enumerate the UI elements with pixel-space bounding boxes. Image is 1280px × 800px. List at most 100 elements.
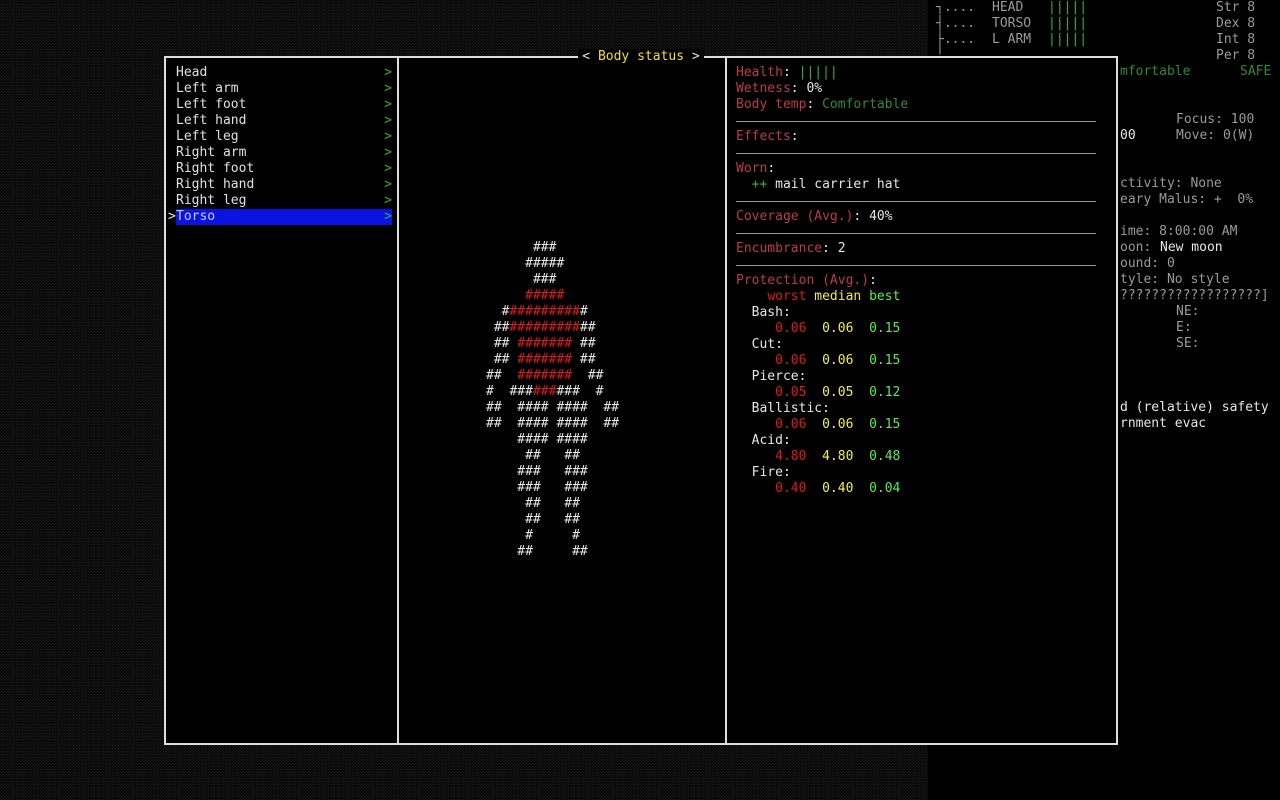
body-part-list: Head > Left arm > Left foot > Left hand > Le… [168, 65, 392, 225]
figure-row: ## ####### ## [486, 352, 619, 368]
tree-line-1: ┐.... [936, 0, 976, 15]
figure-segment: ### [486, 240, 557, 255]
figure-segment: ### ### [486, 464, 588, 479]
protection-values-row: 0.06 0.06 0.15 [736, 321, 1096, 337]
body-part-left-arm[interactable]: Left arm > [176, 81, 392, 97]
left-00: 00 [1120, 128, 1136, 143]
body-part-right-leg[interactable]: Right leg > [176, 193, 392, 209]
figure-segment: ## #### #### ## [486, 416, 620, 431]
figure-segment-selected: ### [532, 384, 557, 399]
part-bar-larm: ||||| [1048, 32, 1088, 47]
body-part-left-leg[interactable]: Left leg > [176, 129, 392, 145]
worn-item-row: ++ mail carrier hat [736, 177, 1096, 193]
move-mode: Move: 0(W) [1176, 128, 1255, 143]
protection-values-row: 0.06 0.06 0.15 [736, 353, 1096, 369]
col-best: best [869, 289, 901, 304]
figure-segment: ## [486, 368, 518, 383]
title-left-bracket: < [582, 49, 591, 64]
protection-worst: 0.06 [775, 353, 807, 368]
body-part-right-arm[interactable]: Right arm > [176, 145, 392, 161]
figure-segment: ## [486, 352, 518, 367]
figure-row: ##### [486, 288, 619, 304]
figure-row: ## ####### ## [486, 336, 619, 352]
compass-ne: NE: [1176, 304, 1200, 319]
title-right-bracket: > [691, 49, 700, 64]
body-part-torso[interactable]: > Torso > [168, 209, 392, 225]
effects-label: Effects [736, 129, 791, 144]
figure-segment-selected: ####### [517, 368, 573, 383]
divider [736, 233, 1096, 234]
figure-segment-selected: ####### [517, 352, 573, 367]
body-part-label: Left leg [176, 129, 239, 144]
figure-segment: ## [572, 352, 596, 367]
dialog-title-bar: < Body status > [166, 49, 1116, 65]
figure-segment: ### [486, 272, 557, 287]
wetness-row: Wetness: 0% [736, 81, 823, 96]
body-part-left-foot[interactable]: Left foot > [176, 97, 392, 113]
protection-worst: 4.80 [775, 449, 807, 464]
safe-mode: SAFE [1240, 64, 1272, 79]
health-row: Health: ||||| [736, 65, 838, 80]
figure-row: ### [486, 272, 619, 288]
figure-segment: ## ## [486, 544, 588, 559]
protection-best: 0.48 [869, 449, 901, 464]
tree-line-2: ┤.... [936, 16, 976, 31]
body-part-label: Left hand [176, 113, 247, 128]
figure-segment-selected: ##### [525, 288, 565, 303]
body-part-right-foot[interactable]: Right foot > [176, 161, 392, 177]
body-part-label: Right foot [176, 161, 255, 176]
figure-segment: ## #### #### ## [486, 400, 620, 415]
body-part-label: Left foot [176, 97, 247, 112]
protection-label: Protection (Avg.) [736, 273, 870, 288]
figure-segment: # ### [486, 384, 533, 399]
style: tyle: No style [1120, 272, 1230, 287]
protection-median: 0.06 [822, 321, 854, 336]
compass-se: SE: [1176, 336, 1200, 351]
encumbrance-label: Encumbrance [736, 241, 823, 256]
body-part-left-hand[interactable]: Left hand > [176, 113, 392, 129]
body-figure: ### ##### ### ##### ########### ########… [486, 240, 619, 560]
temp-status: mfortable [1120, 64, 1191, 79]
info-panel: Health: ||||| Wetness: 0% Body temp: Com… [736, 65, 1096, 497]
figure-row: ##### [486, 256, 619, 272]
protection-median: 4.80 [822, 449, 854, 464]
figure-segment: #### #### [486, 432, 588, 447]
figure-row: ## ## [486, 544, 619, 560]
figure-segment-selected: ######### [509, 304, 580, 319]
protection-type: Ballistic: [736, 401, 830, 416]
body-status-dialog: < Body status > Head > Left arm > Left foo… [164, 49, 1118, 745]
bodytemp-label: Body temp [736, 97, 807, 112]
separator-left [397, 58, 399, 743]
safety-text: d (relative) safety [1120, 400, 1269, 415]
worn-row: Worn: [736, 161, 776, 176]
chevron-right-icon: > [384, 177, 392, 192]
body-part-head[interactable]: Head > [176, 65, 392, 81]
protection-worst: 0.05 [775, 385, 807, 400]
stat-per: Per 8 [1216, 48, 1256, 63]
figure-segment: ## [579, 320, 596, 335]
figure-segment: ### ### [486, 480, 588, 495]
protection-values-row: 4.80 4.80 0.48 [736, 449, 1096, 465]
chevron-right-icon: > [384, 193, 392, 208]
protection-type: Fire: [736, 465, 791, 480]
figure-segment: ## ## [486, 448, 580, 463]
protection-type: Cut: [736, 337, 783, 352]
bodytemp-value: Comfortable [822, 97, 909, 112]
protection-median: 0.06 [822, 353, 854, 368]
body-part-right-hand[interactable]: Right hand > [176, 177, 392, 193]
figure-segment: ## [486, 320, 510, 335]
figure-segment: ## ## [486, 496, 580, 511]
effects-row: Effects: [736, 129, 799, 144]
encumbrance-value: 2 [837, 241, 846, 256]
figure-row: ### ### [486, 464, 619, 480]
worn-item: mail carrier hat [775, 177, 901, 192]
divider [736, 153, 1096, 154]
body-part-label: Right arm [176, 145, 247, 160]
figure-row: ########### [486, 304, 619, 320]
divider [736, 201, 1096, 202]
protection-values-row: 0.40 0.40 0.04 [736, 481, 1096, 497]
figure-segment: ## [486, 336, 518, 351]
figure-row: ### [486, 240, 619, 256]
divider [736, 121, 1096, 122]
figure-row: #### #### [486, 432, 619, 448]
